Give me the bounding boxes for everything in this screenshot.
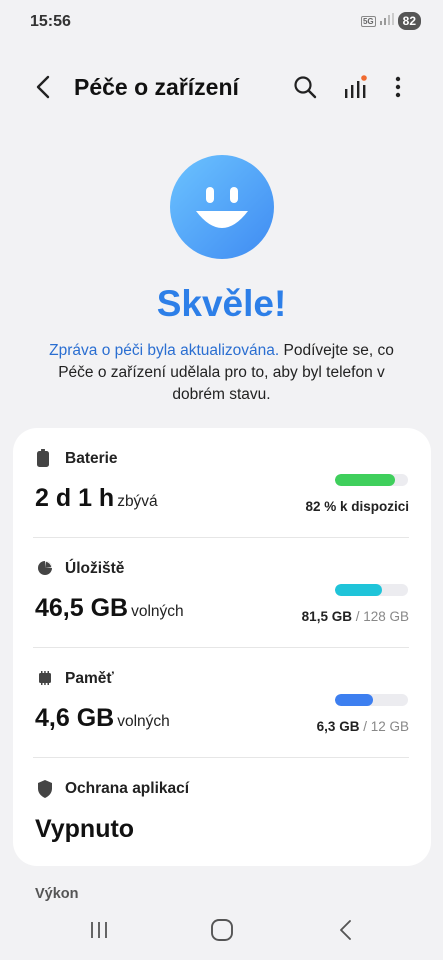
app-protection-value: Vypnuto: [35, 815, 135, 843]
recents-icon[interactable]: [79, 915, 119, 945]
memory-bar-fill: [335, 694, 374, 706]
device-care-card: Baterie 2 d 1 h zbývá 82 % k dispozici Úl…: [13, 428, 431, 866]
search-icon[interactable]: [290, 72, 320, 102]
battery-unit: zbývá: [117, 493, 158, 510]
back-arrow-icon[interactable]: [28, 72, 58, 102]
more-vert-icon[interactable]: [383, 72, 413, 102]
memory-chip-icon: [37, 670, 53, 688]
app-protection-label: Ochrana aplikací: [65, 780, 190, 797]
storage-value: 46,5 GB volných: [35, 594, 184, 622]
battery-bar: [335, 474, 408, 486]
performance-section-label: Výkon: [35, 886, 79, 902]
battery-icon: [37, 449, 53, 467]
app-protection-row[interactable]: Ochrana aplikací Vypnuto: [13, 758, 431, 868]
app-bar: Péče o zařízení: [0, 58, 443, 118]
status-message: Zpráva o péči byla aktualizována. Podíve…: [30, 340, 413, 406]
memory-detail: 6,3 GB / 12 GB: [316, 719, 409, 734]
storage-label: Úložiště: [65, 560, 125, 577]
network-badge: 5G: [360, 15, 376, 27]
page-title: Péče o zařízení: [74, 74, 239, 100]
memory-bar: [335, 694, 408, 706]
navigation-bar: [0, 905, 443, 955]
status-indicators: 5G 82: [360, 12, 421, 30]
battery-value: 2 d 1 h zbývá: [35, 484, 158, 512]
storage-bar: [335, 584, 408, 596]
storage-detail: 81,5 GB / 128 GB: [301, 609, 409, 624]
storage-bar-fill: [335, 584, 382, 596]
home-icon[interactable]: [202, 915, 242, 945]
shield-icon: [37, 780, 53, 798]
report-link[interactable]: Zpráva o péči byla aktualizována.: [49, 342, 279, 359]
nav-back-icon[interactable]: [326, 915, 366, 945]
memory-label: Paměť: [65, 670, 114, 687]
storage-unit: volných: [131, 603, 184, 620]
memory-row[interactable]: Paměť 4,6 GB volných 6,3 GB / 12 GB: [13, 648, 431, 758]
status-time: 15:56: [30, 13, 71, 30]
battery-level: 82: [397, 12, 421, 30]
memory-value: 4,6 GB volných: [35, 704, 170, 732]
status-bar: 15:56 5G 82: [0, 0, 443, 44]
memory-unit: volných: [117, 713, 170, 730]
battery-detail: 82 % k dispozici: [305, 499, 409, 514]
battery-label: Baterie: [65, 450, 118, 467]
battery-row[interactable]: Baterie 2 d 1 h zbývá 82 % k dispozici: [13, 428, 431, 538]
storage-pie-icon: [37, 560, 53, 578]
battery-bar-fill: [335, 474, 395, 486]
signal-bars-icon[interactable]: [340, 72, 370, 102]
happy-face-icon: [170, 155, 274, 259]
status-headline: Skvěle!: [156, 283, 287, 324]
storage-row[interactable]: Úložiště 46,5 GB volných 81,5 GB / 128 GB: [13, 538, 431, 648]
signal-icon: [379, 12, 394, 30]
